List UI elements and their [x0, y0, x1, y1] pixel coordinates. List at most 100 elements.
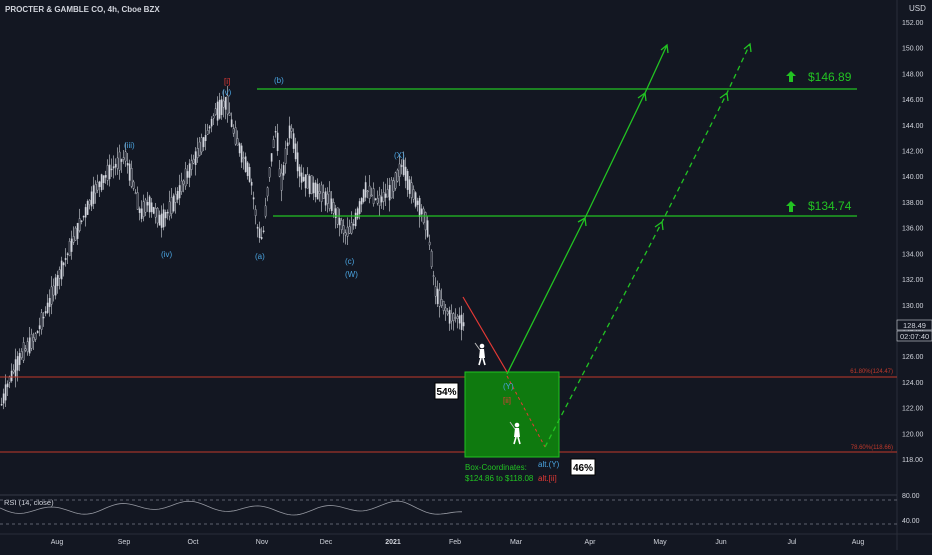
candle-body [14, 359, 17, 377]
candle-body [136, 192, 139, 210]
candle-body [2, 393, 5, 404]
candle-body [454, 317, 457, 319]
time-tick-label: Dec [320, 539, 333, 546]
candle-body [204, 134, 207, 142]
candle-body [318, 191, 321, 194]
candle-body [394, 172, 397, 189]
candle-body [126, 162, 129, 166]
candle-body [278, 168, 281, 177]
price-tick-label: 140.00 [902, 174, 924, 181]
candle-body [18, 353, 21, 365]
countdown-label: 02:07:40 [900, 332, 929, 341]
candle-body [70, 238, 73, 252]
price-tick-label: 122.00 [902, 406, 924, 413]
candle-body [130, 168, 133, 187]
candle-body [292, 133, 295, 149]
candle-body [240, 145, 243, 163]
candle-body [230, 119, 233, 127]
candle-body [270, 153, 273, 162]
candle-body [344, 232, 347, 236]
candle-body [250, 181, 253, 186]
candle-body [452, 313, 455, 321]
candle-body [302, 176, 305, 182]
candle-body [258, 228, 261, 239]
candle-body [236, 138, 239, 146]
candle-body [156, 207, 159, 224]
candle-body [308, 175, 311, 195]
candle-body [360, 198, 363, 205]
candle-body [462, 322, 465, 327]
candle-body [388, 184, 391, 201]
currency-label: USD [909, 4, 926, 13]
wave-label-c: (c) [345, 257, 355, 266]
candle-body [444, 307, 447, 312]
candle-body [272, 139, 275, 149]
chart-canvas[interactable]: PROCTER & GAMBLE CO, 4h, Cboe BZX USD 15… [0, 0, 932, 550]
candle-body [48, 298, 51, 307]
wave-label-a: (a) [255, 252, 265, 261]
candle-body [32, 337, 35, 342]
candle-body [392, 180, 395, 192]
candle-body [412, 189, 415, 200]
candle-body [404, 166, 407, 181]
candle-body [312, 182, 315, 194]
candle-body [104, 175, 107, 178]
rsi-label: RSI (14, close) [4, 498, 54, 507]
candle-body [350, 222, 353, 234]
candle-body [400, 165, 403, 167]
candle-body [166, 211, 169, 214]
candle-body [228, 112, 231, 116]
candle-body [370, 194, 373, 197]
arrow-head-icon [577, 42, 752, 231]
candle-body [90, 191, 93, 207]
candle-body [190, 160, 193, 170]
candle-body [460, 314, 463, 330]
candle-body [16, 356, 19, 371]
candle-body [82, 215, 85, 218]
time-tick-label: 2021 [385, 539, 401, 546]
fib-label-786: 78.60%(118.66) [851, 445, 893, 451]
candle-body [72, 236, 75, 243]
candle-body [202, 137, 205, 148]
candle-body [120, 159, 123, 162]
wave-label-iv: (iv) [161, 250, 172, 259]
candle-body [326, 193, 329, 204]
arrow-up-icon [786, 201, 796, 212]
candle-body [160, 213, 163, 228]
candle-body [214, 108, 217, 115]
candle-body [56, 275, 59, 287]
price-tick-label: 124.00 [902, 380, 924, 387]
golfer-icon [474, 342, 486, 366]
wave-label-ii: [ii] [503, 396, 511, 405]
candle-body [440, 299, 443, 307]
candle-body [378, 194, 381, 206]
candle-body [290, 127, 293, 132]
candle-body [364, 182, 367, 198]
candle-body [282, 165, 285, 176]
candle-body [348, 226, 351, 234]
candle-body [410, 182, 413, 198]
candle-body [58, 269, 61, 279]
candle-body [24, 348, 27, 351]
candle-body [382, 191, 385, 202]
candle-body [218, 99, 221, 119]
time-tick-label: Aug [51, 539, 64, 546]
candle-body [332, 202, 335, 214]
candle-body [196, 148, 199, 158]
candle-body [4, 384, 7, 401]
candle-body [176, 190, 179, 200]
candle-body [314, 182, 317, 198]
candle-body [248, 167, 251, 182]
candle-body [66, 253, 69, 255]
candle-body [408, 179, 411, 194]
candle-body [356, 208, 359, 219]
candle-body [124, 151, 127, 162]
rsi-tick-40: 40.00 [902, 518, 920, 525]
price-chart-svg[interactable]: PROCTER & GAMBLE CO, 4h, Cboe BZX USD 15… [0, 0, 932, 550]
candle-body [140, 208, 143, 219]
candle-body [418, 198, 421, 217]
candle-body [76, 222, 79, 239]
candle-body [296, 152, 299, 172]
candle-body [234, 127, 237, 145]
candle-body [342, 225, 345, 234]
